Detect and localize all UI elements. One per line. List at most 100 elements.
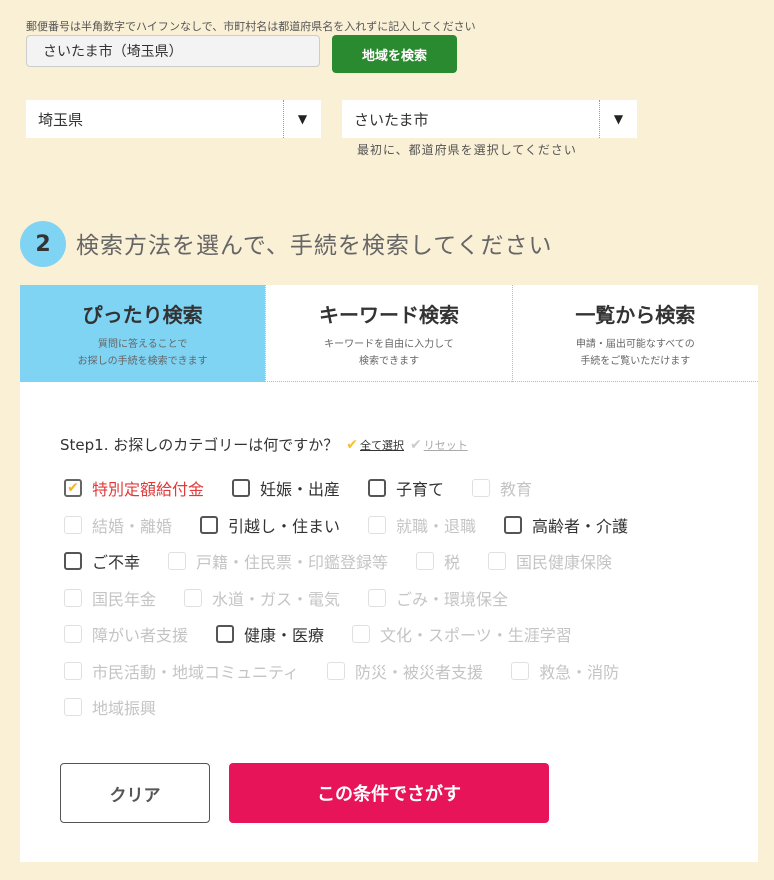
checkbox-icon xyxy=(368,588,387,607)
checkbox-icon xyxy=(368,515,387,534)
tab-desc-line: 質問に答えることで xyxy=(97,339,188,350)
area-search-button[interactable]: 地域を検索 xyxy=(332,35,457,73)
category-label: 結婚・離婚 xyxy=(92,516,173,536)
category-label: 教育 xyxy=(500,480,533,500)
category-checkbox[interactable]: ごみ・環境保全 xyxy=(368,586,508,610)
category-label: 市民活動・地域コミュニティ xyxy=(92,662,300,682)
checkbox-icon xyxy=(184,588,203,607)
category-checkbox[interactable]: 国民健康保険 xyxy=(488,549,612,573)
chevron-down-icon: ▼ xyxy=(283,100,321,138)
category-row: 市民活動・地域コミュニティ 防災・被災者支援 救急・消防 xyxy=(64,653,724,690)
tab-title: ぴったり検索 xyxy=(82,303,203,327)
tab-description: 質問に答えることで お探しの手続を検索できます xyxy=(78,336,208,370)
city-value: さいたま市 xyxy=(354,110,429,129)
category-checkbox[interactable]: 妊娠・出産 xyxy=(232,476,340,500)
step1-links: ✔ 全て選択 ✔ リセット xyxy=(346,437,467,453)
checkbox-icon xyxy=(352,625,371,644)
tab-keyword-search[interactable]: キーワード検索 キーワードを自由に入力して 検索できます xyxy=(265,285,512,382)
category-row: ご不幸 戸籍・住民票・印鑑登録等 税 国民健康保険 xyxy=(64,543,724,580)
tab-desc-line: お探しの手続を検索できます xyxy=(77,356,208,367)
checkbox-icon xyxy=(416,552,435,571)
category-row: 国民年金 水道・ガス・電気 ごみ・環境保全 xyxy=(64,580,724,617)
category-checkbox[interactable]: 結婚・離婚 xyxy=(64,513,172,537)
category-label: 防災・被災者支援 xyxy=(355,662,484,682)
category-checkbox[interactable]: 救急・消防 xyxy=(511,659,619,683)
step1-label: Step1. お探しのカテゴリーは何ですか？ xyxy=(60,436,339,454)
category-list: 特別定額給付金 妊娠・出産 子育て 教育 結婚・離婚 引越し・住まい 就職・退職… xyxy=(64,470,724,726)
category-label: 戸籍・住民票・印鑑登録等 xyxy=(196,553,389,573)
category-label: 税 xyxy=(444,553,461,573)
check-icon: ✔ xyxy=(409,436,422,453)
category-checkbox[interactable]: 高齢者・介護 xyxy=(504,513,628,537)
category-checkbox[interactable]: 税 xyxy=(416,549,460,573)
category-checkbox[interactable]: 障がい者支援 xyxy=(64,622,188,646)
checkbox-icon xyxy=(472,479,491,498)
category-label: 障がい者支援 xyxy=(92,626,189,646)
step-number-badge: 2 xyxy=(20,221,66,267)
category-label: 文化・スポーツ・生涯学習 xyxy=(380,626,572,646)
select-hint: 最初に、都道府県を選択してください xyxy=(357,143,577,157)
category-checkbox[interactable]: 健康・医療 xyxy=(216,622,324,646)
category-row: 障がい者支援 健康・医療 文化・スポーツ・生涯学習 xyxy=(64,616,724,653)
category-label: ご不幸 xyxy=(92,553,141,573)
checkbox-icon xyxy=(64,625,82,644)
category-label: 妊娠・出産 xyxy=(260,480,341,500)
checkbox-icon xyxy=(368,479,387,498)
address-hint: 郵便番号は半角数字でハイフンなしで、市町村名は都道府県名を入れずに記入してくださ… xyxy=(26,20,476,33)
checkbox-icon xyxy=(488,552,507,571)
category-checkbox[interactable]: 防災・被災者支援 xyxy=(327,659,483,683)
checkbox-icon xyxy=(64,479,82,498)
category-checkbox[interactable]: 教育 xyxy=(472,476,532,500)
checkbox-icon xyxy=(64,552,82,571)
category-checkbox[interactable]: 国民年金 xyxy=(64,586,156,610)
category-label: 健康・医療 xyxy=(244,626,325,646)
select-all-link[interactable]: 全て選択 xyxy=(360,437,404,453)
address-input[interactable] xyxy=(26,35,320,67)
checkbox-icon xyxy=(232,479,251,498)
search-submit-button[interactable]: この条件でさがす xyxy=(229,763,549,823)
category-checkbox[interactable]: 子育て xyxy=(368,476,444,500)
tab-title: キーワード検索 xyxy=(318,303,459,327)
search-panel: Step1. お探しのカテゴリーは何ですか？ ✔ 全て選択 ✔ リセット 特別定… xyxy=(20,382,758,862)
tab-exact-search[interactable]: ぴったり検索 質問に答えることで お探しの手続を検索できます xyxy=(20,285,266,390)
prefecture-select[interactable]: 埼玉県 ▼ xyxy=(26,100,321,138)
checkbox-icon xyxy=(216,625,235,644)
category-checkbox[interactable]: 市民活動・地域コミュニティ xyxy=(64,659,299,683)
checkbox-icon xyxy=(200,515,219,534)
reset-link[interactable]: リセット xyxy=(424,437,468,453)
city-select[interactable]: さいたま市 ▼ xyxy=(342,100,637,138)
check-icon: ✔ xyxy=(346,436,358,453)
checkbox-icon xyxy=(504,515,523,534)
category-label: 救急・消防 xyxy=(539,662,620,682)
tab-desc-line: キーワードを自由に入力して xyxy=(324,339,454,350)
checkbox-icon xyxy=(64,661,82,680)
search-method-tabs: ぴったり検索 質問に答えることで お探しの手続を検索できます キーワード検索 キ… xyxy=(20,285,758,390)
category-checkbox[interactable]: 引越し・住まい xyxy=(200,513,340,537)
category-label: 高齢者・介護 xyxy=(532,516,629,536)
category-checkbox[interactable]: 特別定額給付金 xyxy=(64,476,204,500)
category-row: 地域振興 xyxy=(64,689,724,726)
tab-desc-line: 手続をご覧いただけます xyxy=(580,356,691,367)
category-label: 就職・退職 xyxy=(396,516,477,536)
category-label: 特別定額給付金 xyxy=(92,480,205,500)
step-title: 検索方法を選んで、手続を検索してください xyxy=(76,233,553,259)
category-checkbox[interactable]: 水道・ガス・電気 xyxy=(184,586,340,610)
category-label: 水道・ガス・電気 xyxy=(212,589,341,609)
checkbox-icon xyxy=(64,515,82,534)
category-checkbox[interactable]: 就職・退職 xyxy=(368,513,476,537)
prefecture-value: 埼玉県 xyxy=(38,110,84,129)
step1-header: Step1. お探しのカテゴリーは何ですか？ ✔ 全て選択 ✔ リセット xyxy=(60,434,468,455)
chevron-down-icon: ▼ xyxy=(599,100,637,138)
category-checkbox[interactable]: 地域振興 xyxy=(64,695,156,719)
category-checkbox[interactable]: 戸籍・住民票・印鑑登録等 xyxy=(168,549,388,573)
tab-title: 一覧から検索 xyxy=(575,303,696,327)
category-label: 子育て xyxy=(396,480,445,500)
tab-description: キーワードを自由に入力して 検索できます xyxy=(324,336,454,370)
checkbox-icon xyxy=(511,661,530,680)
category-checkbox[interactable]: 文化・スポーツ・生涯学習 xyxy=(352,622,572,646)
tab-list-search[interactable]: 一覧から検索 申請・届出可能なすべての 手続をご覧いただけます xyxy=(511,285,758,382)
category-checkbox[interactable]: ご不幸 xyxy=(64,549,140,573)
tab-desc-line: 申請・届出可能なすべての xyxy=(575,339,695,350)
category-label: 国民年金 xyxy=(92,589,157,609)
clear-button[interactable]: クリア xyxy=(60,763,210,823)
